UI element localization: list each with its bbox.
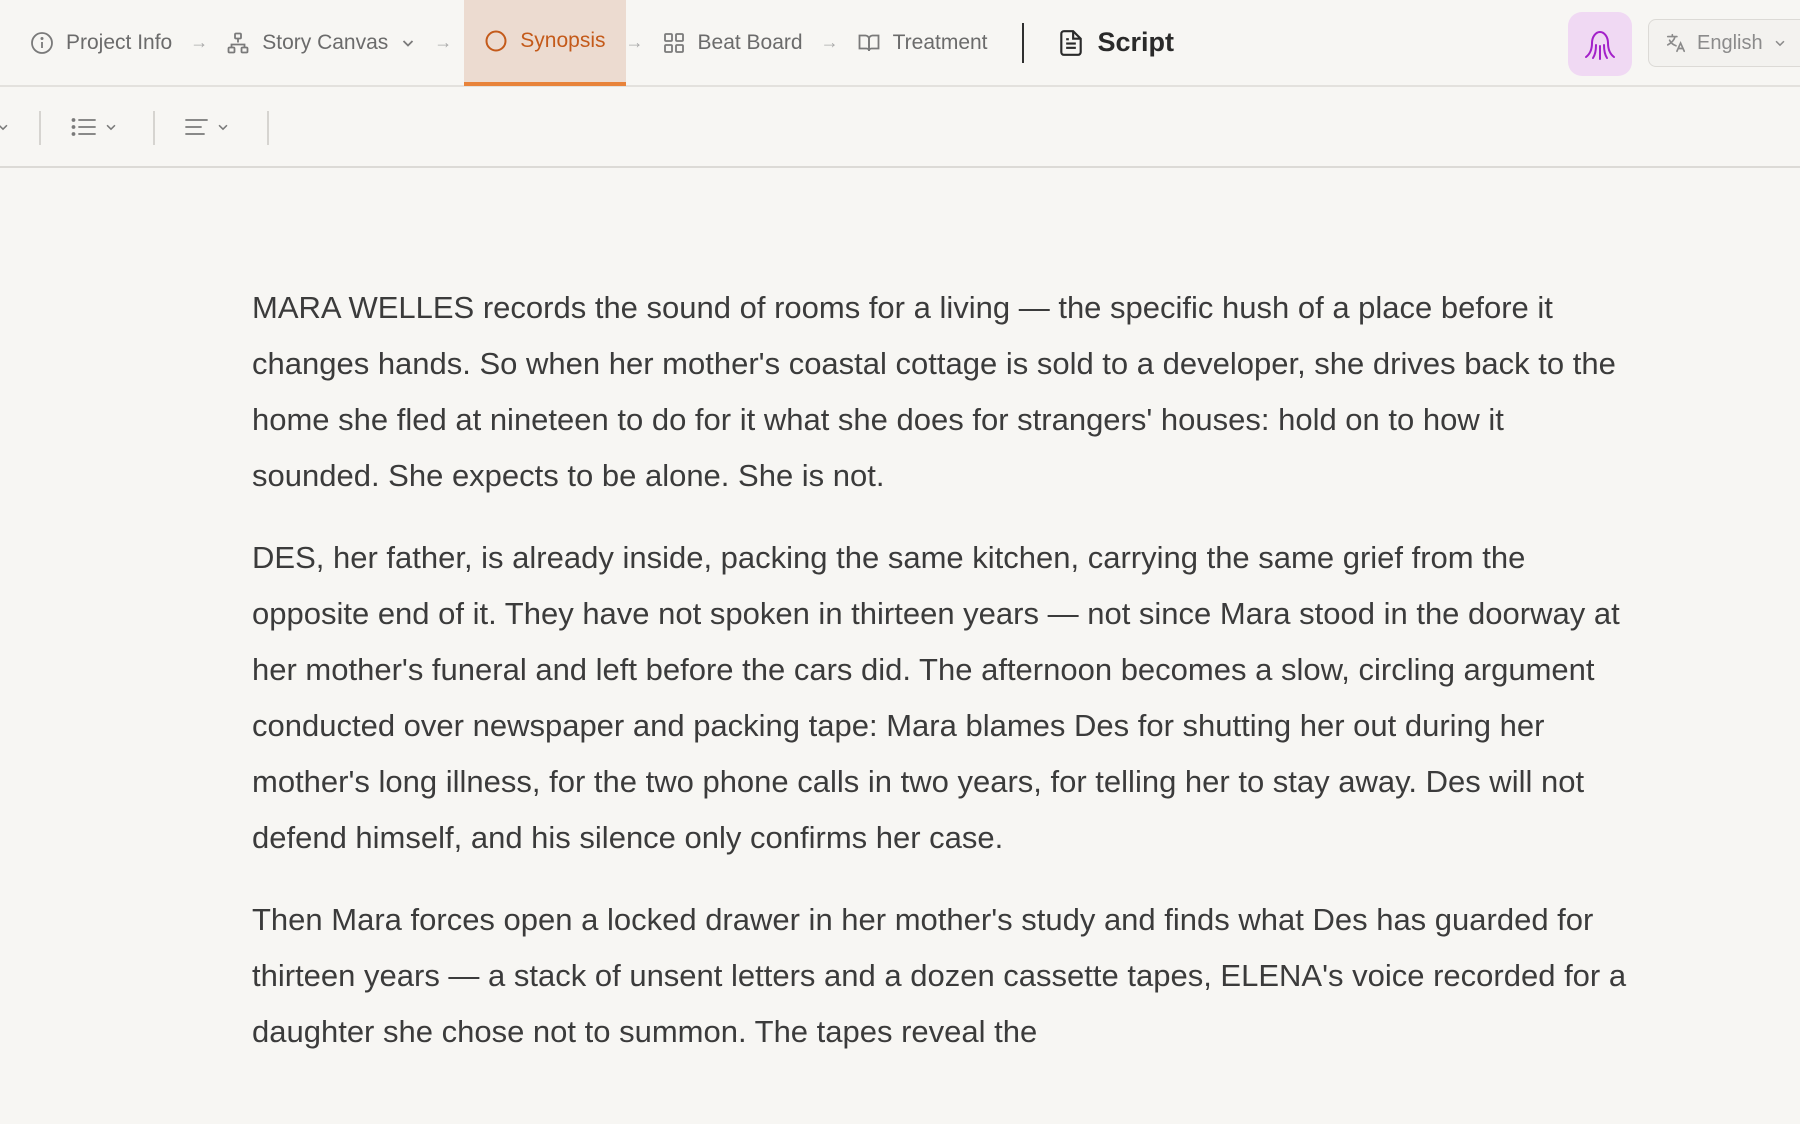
chevron-down-icon: [1775, 40, 1785, 47]
nav-item-story-canvas[interactable]: Story Canvas: [226, 0, 416, 85]
toolbar-divider: [153, 111, 155, 145]
synopsis-editor[interactable]: MARA WELLES records the sound of rooms f…: [252, 280, 1632, 1086]
toolbar-divider: [39, 111, 41, 145]
info-icon: [31, 31, 53, 54]
user-avatar-button[interactable]: [1568, 12, 1632, 76]
nav-item-label: Treatment: [892, 30, 988, 54]
top-navigation-bar: Project Info → Story Canvas → Synopsis →…: [0, 0, 1800, 87]
language-label: English: [1697, 31, 1763, 54]
synopsis-paragraph: MARA WELLES records the sound of rooms f…: [252, 290, 1616, 493]
align-dropdown[interactable]: [184, 109, 230, 145]
script-label: Script: [1097, 27, 1175, 57]
translate-icon: [1666, 33, 1686, 53]
nav-item-synopsis[interactable]: Synopsis: [464, 0, 626, 86]
book-open-icon: [858, 34, 879, 51]
nav-item-beat-board[interactable]: Beat Board: [662, 0, 803, 85]
nav-arrow: →: [434, 32, 453, 52]
language-selector[interactable]: English: [1648, 19, 1800, 67]
nav-arrow: →: [625, 32, 644, 52]
circle-icon: [485, 30, 507, 52]
grid-icon: [663, 32, 684, 53]
synopsis-paragraph: Then Mara forces open a locked drawer in…: [252, 902, 1627, 1049]
nav-item-script[interactable]: Script: [1058, 27, 1175, 58]
synopsis-paragraph: DES, her father, is already inside, pack…: [252, 540, 1620, 855]
document-icon: [1059, 29, 1082, 56]
bulleted-list-icon: [71, 118, 96, 136]
editor-toolbar: [0, 87, 1800, 168]
toolbar-divider: [267, 111, 269, 145]
nav-item-label: Story Canvas: [262, 30, 389, 54]
nav-arrow: →: [820, 32, 839, 52]
sitemap-icon: [227, 32, 249, 53]
chevron-down-icon: [218, 124, 228, 131]
octopus-icon: [1585, 30, 1615, 60]
nav-arrow: →: [190, 32, 209, 52]
nav-item-label: Synopsis: [520, 29, 606, 52]
list-format-dropdown[interactable]: [70, 109, 118, 145]
nav-divider: [1021, 22, 1024, 63]
chevron-down-icon: [0, 124, 8, 131]
workflow-breadcrumb: Project Info → Story Canvas → Synopsis →…: [0, 0, 1175, 86]
nav-item-treatment[interactable]: Treatment: [857, 0, 988, 85]
align-left-icon: [185, 119, 208, 135]
nav-item-label: Project Info: [66, 30, 173, 54]
nav-item-label: Beat Board: [697, 30, 803, 54]
chevron-down-icon: [106, 124, 116, 131]
chevron-down-icon: [403, 39, 414, 47]
toolbar-dropdown-partial[interactable]: [0, 109, 10, 145]
nav-item-project-info[interactable]: Project Info: [30, 0, 172, 85]
